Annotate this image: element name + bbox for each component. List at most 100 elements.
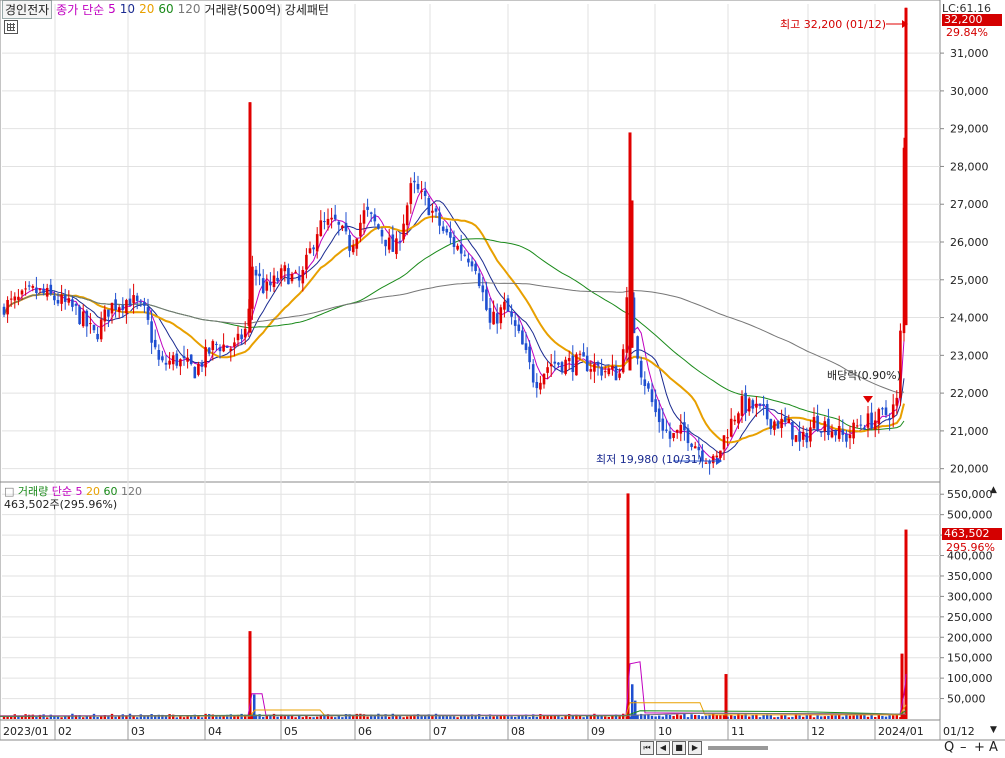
volume-ma-120: 120 xyxy=(121,485,143,498)
candle-body xyxy=(801,431,805,440)
stop-icon[interactable]: ■ xyxy=(672,741,686,755)
low-note: 최저 19,980 (10/31) xyxy=(596,453,703,466)
candle xyxy=(312,244,315,256)
candle xyxy=(625,286,629,361)
price-axis: 31,000 30,000 29,000 28,000 27,000 26,000 25,0… xyxy=(940,47,989,476)
candle-body xyxy=(557,362,560,365)
candle-body xyxy=(575,354,578,376)
candle-body xyxy=(74,304,78,306)
candle-body xyxy=(150,321,153,343)
volume-tick-label: 500,000 xyxy=(947,509,993,522)
next-page-icon[interactable]: ▶ xyxy=(688,741,702,755)
zoom-out-icon[interactable]: Q xyxy=(944,740,954,755)
candle-body xyxy=(359,222,362,237)
volume-bar xyxy=(733,715,736,719)
candle-body xyxy=(477,273,481,287)
candle xyxy=(643,371,647,395)
volume-bar xyxy=(316,716,319,719)
scroll-down-icon[interactable]: ▼ xyxy=(990,724,997,737)
candle-body xyxy=(585,355,589,372)
volume-bar xyxy=(82,717,85,719)
candle-body xyxy=(319,220,323,237)
candle xyxy=(121,297,125,318)
volume-bar xyxy=(776,716,780,719)
candle-body xyxy=(341,225,344,229)
candle-body xyxy=(294,271,297,273)
auto-scale-icon[interactable]: A xyxy=(989,740,998,755)
candle-body xyxy=(744,392,747,413)
volume-bar xyxy=(611,715,614,719)
volume-bar xyxy=(634,700,637,719)
candle xyxy=(265,274,269,299)
volume-bar xyxy=(834,715,837,719)
candle xyxy=(859,415,863,430)
first-page-icon[interactable]: ⏮ xyxy=(640,741,654,755)
volume-bar xyxy=(485,716,488,719)
candle-body xyxy=(881,408,884,410)
candle xyxy=(679,414,683,442)
volume-bar xyxy=(499,715,502,719)
candle xyxy=(870,402,873,431)
candle-body xyxy=(373,214,377,222)
candle-body xyxy=(67,298,71,303)
volume-bar xyxy=(560,717,564,719)
candle-body xyxy=(553,361,557,364)
volume-bar xyxy=(740,714,744,719)
candle xyxy=(341,224,344,232)
candle-body xyxy=(578,353,582,355)
candle-body xyxy=(809,427,812,442)
minus-icon[interactable]: – xyxy=(960,740,967,755)
candle-body xyxy=(20,290,24,295)
price-tick-label: 31,000 xyxy=(950,47,989,60)
candle-body xyxy=(668,431,672,439)
candle xyxy=(78,304,81,325)
candle-body xyxy=(650,389,654,403)
navigation-bar: ⏮ ◀ ■ ▶ xyxy=(640,740,772,756)
prev-page-icon[interactable]: ◀ xyxy=(656,741,670,755)
candle-body xyxy=(848,434,852,439)
candle xyxy=(726,429,729,447)
range-slider[interactable] xyxy=(708,746,768,750)
candle-body xyxy=(805,433,809,443)
volume-bar xyxy=(136,717,139,719)
volume-bar xyxy=(589,715,592,719)
candle xyxy=(71,295,74,312)
candle xyxy=(308,241,312,255)
candle-body xyxy=(384,239,387,247)
price-tick-label: 27,000 xyxy=(950,198,989,211)
candle xyxy=(675,429,679,439)
candle-body xyxy=(42,288,45,294)
volume-spike-bar xyxy=(904,529,908,719)
candle xyxy=(348,229,351,258)
x-tick-label: 02 xyxy=(58,725,72,738)
candle-body xyxy=(283,265,287,272)
candle-body xyxy=(564,359,567,374)
candle-body xyxy=(301,269,305,284)
candle-body xyxy=(17,296,20,300)
candle xyxy=(186,348,189,369)
volume-bar xyxy=(391,713,394,719)
candle xyxy=(193,366,197,379)
candle-body xyxy=(258,273,261,277)
volume-bar xyxy=(884,716,888,719)
volume-tick-label: 250,000 xyxy=(947,611,993,624)
plus-icon[interactable]: + xyxy=(974,740,985,755)
candle-body xyxy=(27,285,31,287)
scroll-up-icon[interactable]: ▲ xyxy=(990,484,997,497)
candle-body xyxy=(456,245,459,250)
candle xyxy=(809,420,812,448)
volume-bar xyxy=(366,716,369,719)
candle xyxy=(647,381,650,392)
candle-body xyxy=(603,371,607,373)
candle-body xyxy=(535,381,539,389)
candle xyxy=(222,333,225,353)
volume-bar xyxy=(697,715,700,719)
price-tick-label: 30,000 xyxy=(950,85,989,98)
candle-body xyxy=(661,418,665,431)
candle-body xyxy=(690,443,693,447)
candle-body xyxy=(409,183,413,204)
candle xyxy=(107,309,110,328)
ma-120-line xyxy=(3,282,905,394)
candle-body xyxy=(521,330,524,345)
candle-body xyxy=(351,245,355,253)
